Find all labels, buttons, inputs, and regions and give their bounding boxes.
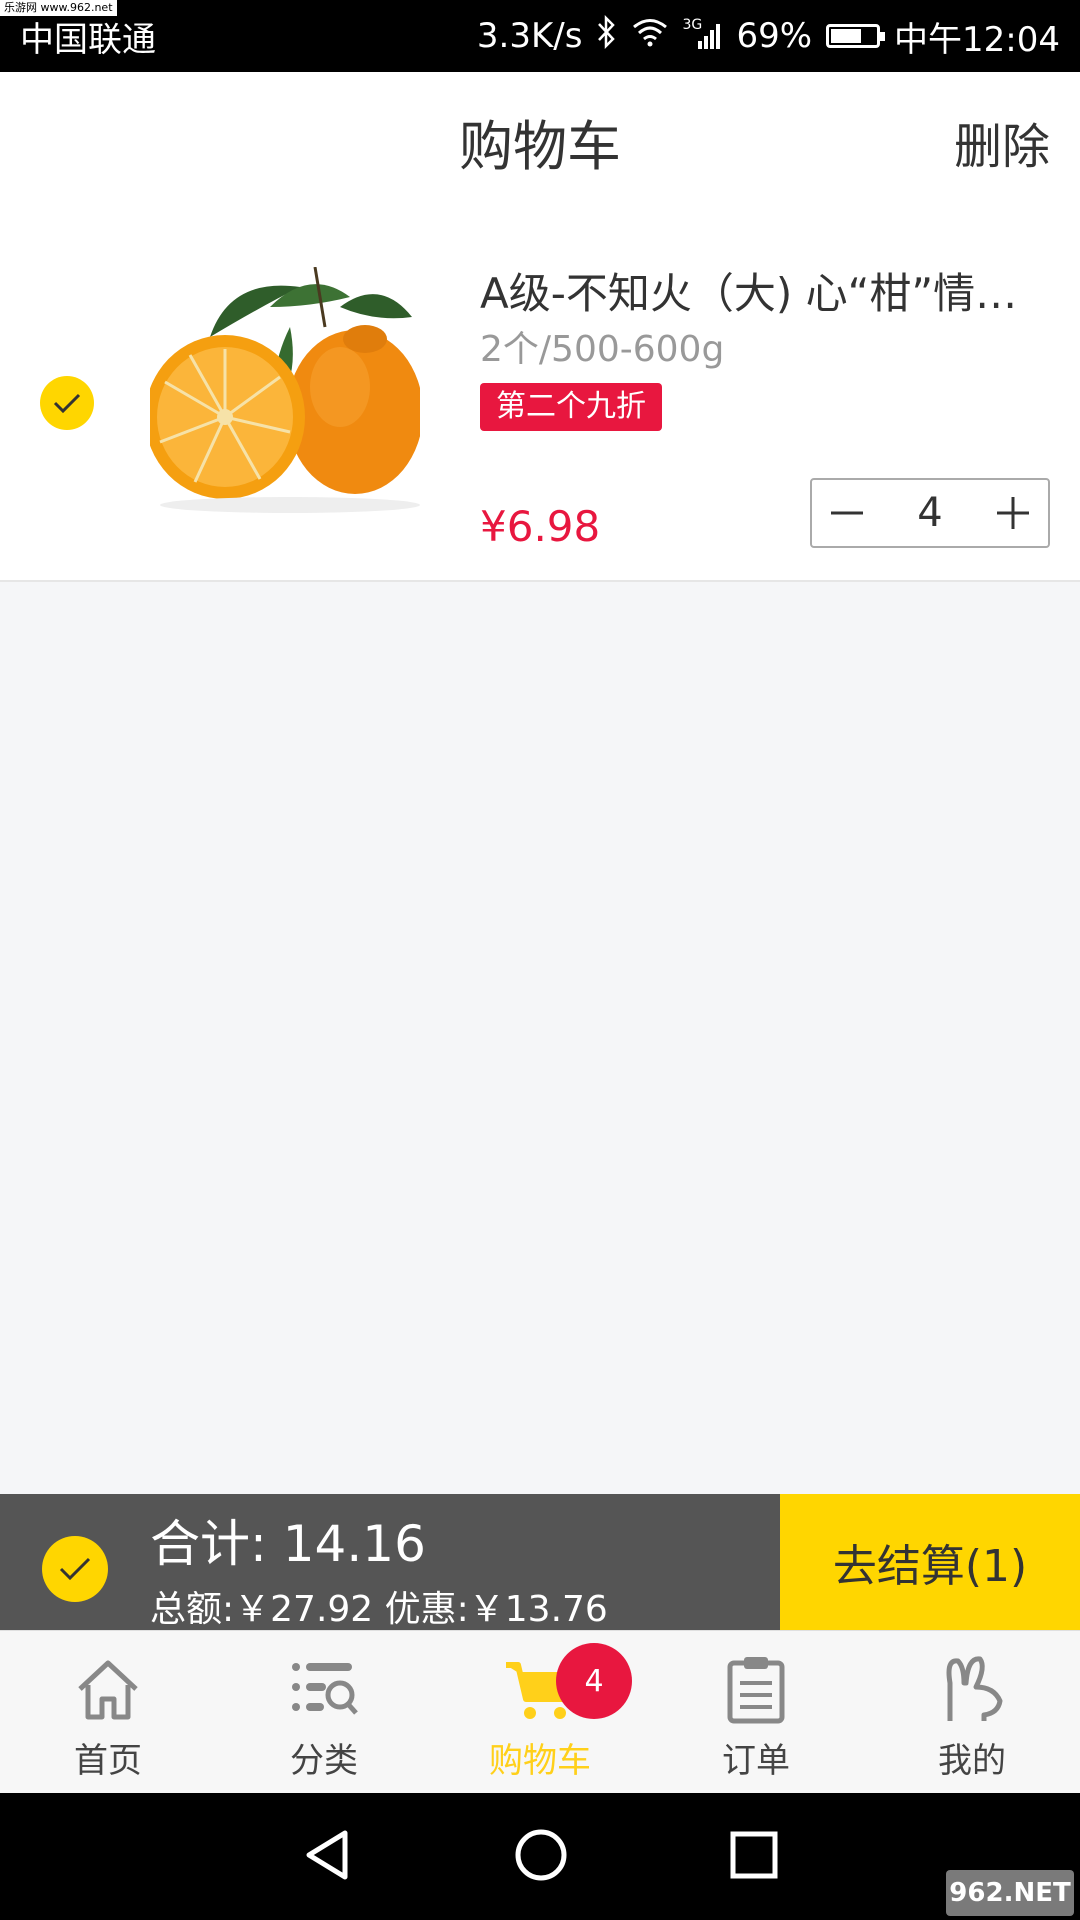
tab-profile[interactable]: 我的 <box>864 1631 1080 1794</box>
signal-icon: 3G <box>682 17 722 51</box>
tab-label: 我的 <box>938 1741 1006 1781</box>
summary-panel: 合计: 14.16 总额:￥27.92 优惠:￥13.76 <box>0 1494 780 1630</box>
product-spec: 2个/500-600g <box>480 329 725 370</box>
price-breakdown: 总额:￥27.92 优惠:￥13.76 <box>150 1589 608 1630</box>
battery-percent: 69% <box>736 16 813 56</box>
delete-button[interactable]: 删除 <box>954 72 1050 222</box>
tab-label: 购物车 <box>489 1741 591 1781</box>
tab-label: 订单 <box>722 1741 790 1781</box>
tab-label: 分类 <box>290 1741 358 1781</box>
wifi-icon <box>632 16 668 56</box>
select-all-checkbox[interactable] <box>42 1536 108 1602</box>
quantity-value[interactable]: 4 <box>917 490 942 536</box>
total-amount: 合计: 14.16 <box>150 1515 426 1573</box>
promo-tag: 第二个九折 <box>480 383 662 431</box>
clipboard-icon <box>727 1657 785 1724</box>
watermark-text: 乐游网 www.962.net <box>0 0 117 16</box>
tab-home[interactable]: 首页 <box>0 1631 216 1794</box>
plus-icon <box>996 497 1029 529</box>
item-select-checkbox[interactable] <box>40 376 94 430</box>
checkout-bar: 合计: 14.16 总额:￥27.92 优惠:￥13.76 去结算(1) <box>0 1494 1080 1630</box>
battery-icon <box>826 24 886 48</box>
rabbit-icon <box>946 1656 1003 1721</box>
network-speed: 3.3K/s <box>476 16 583 56</box>
page-title: 购物车 <box>459 115 621 178</box>
quantity-stepper: 4 <box>810 478 1050 548</box>
tab-cart[interactable]: 4 购物车 <box>432 1631 648 1794</box>
carrier-name: 中国联通 <box>20 19 156 60</box>
home-circle-icon[interactable] <box>513 1827 569 1887</box>
tab-label: 首页 <box>74 1741 142 1781</box>
category-search-icon <box>292 1663 358 1715</box>
home-icon <box>78 1660 138 1720</box>
product-image[interactable] <box>145 266 423 517</box>
site-watermark: 962.NET <box>946 1870 1074 1916</box>
bluetooth-icon <box>596 14 618 58</box>
increase-quantity-button[interactable] <box>978 480 1048 546</box>
cart-count-badge: 4 <box>556 1643 632 1719</box>
system-nav-bar: 962.NET <box>0 1793 1080 1920</box>
status-icons: 3.3K/s 3G 69% 中午12:04 <box>477 12 1060 61</box>
checkmark-icon <box>59 1557 91 1581</box>
clock: 中午12:04 <box>894 19 1060 60</box>
decrease-quantity-button[interactable] <box>812 480 882 546</box>
cart-item[interactable]: A级-不知火（大) 心“柑”情… 2个/500-600g 第二个九折 ¥6.98… <box>0 222 1080 582</box>
checkout-button[interactable]: 去结算(1) <box>780 1494 1080 1630</box>
status-bar: 乐游网 www.962.net 中国联通 3.3K/s 3G 69% 中午12:… <box>0 0 1080 72</box>
product-title[interactable]: A级-不知火（大) 心“柑”情… <box>480 260 1040 321</box>
recents-icon[interactable] <box>729 1830 779 1884</box>
minus-icon <box>831 511 863 515</box>
network-type-label: 3G <box>682 17 703 33</box>
back-icon[interactable] <box>301 1827 353 1887</box>
tab-orders[interactable]: 订单 <box>648 1631 864 1794</box>
bottom-tab-bar: 首页 分类 4 购物车 订单 我的 <box>0 1630 1080 1794</box>
page-header: 购物车 删除 <box>0 72 1080 223</box>
product-price: ¥6.98 <box>480 502 601 551</box>
checkmark-icon <box>53 393 81 414</box>
tab-category[interactable]: 分类 <box>216 1631 432 1794</box>
